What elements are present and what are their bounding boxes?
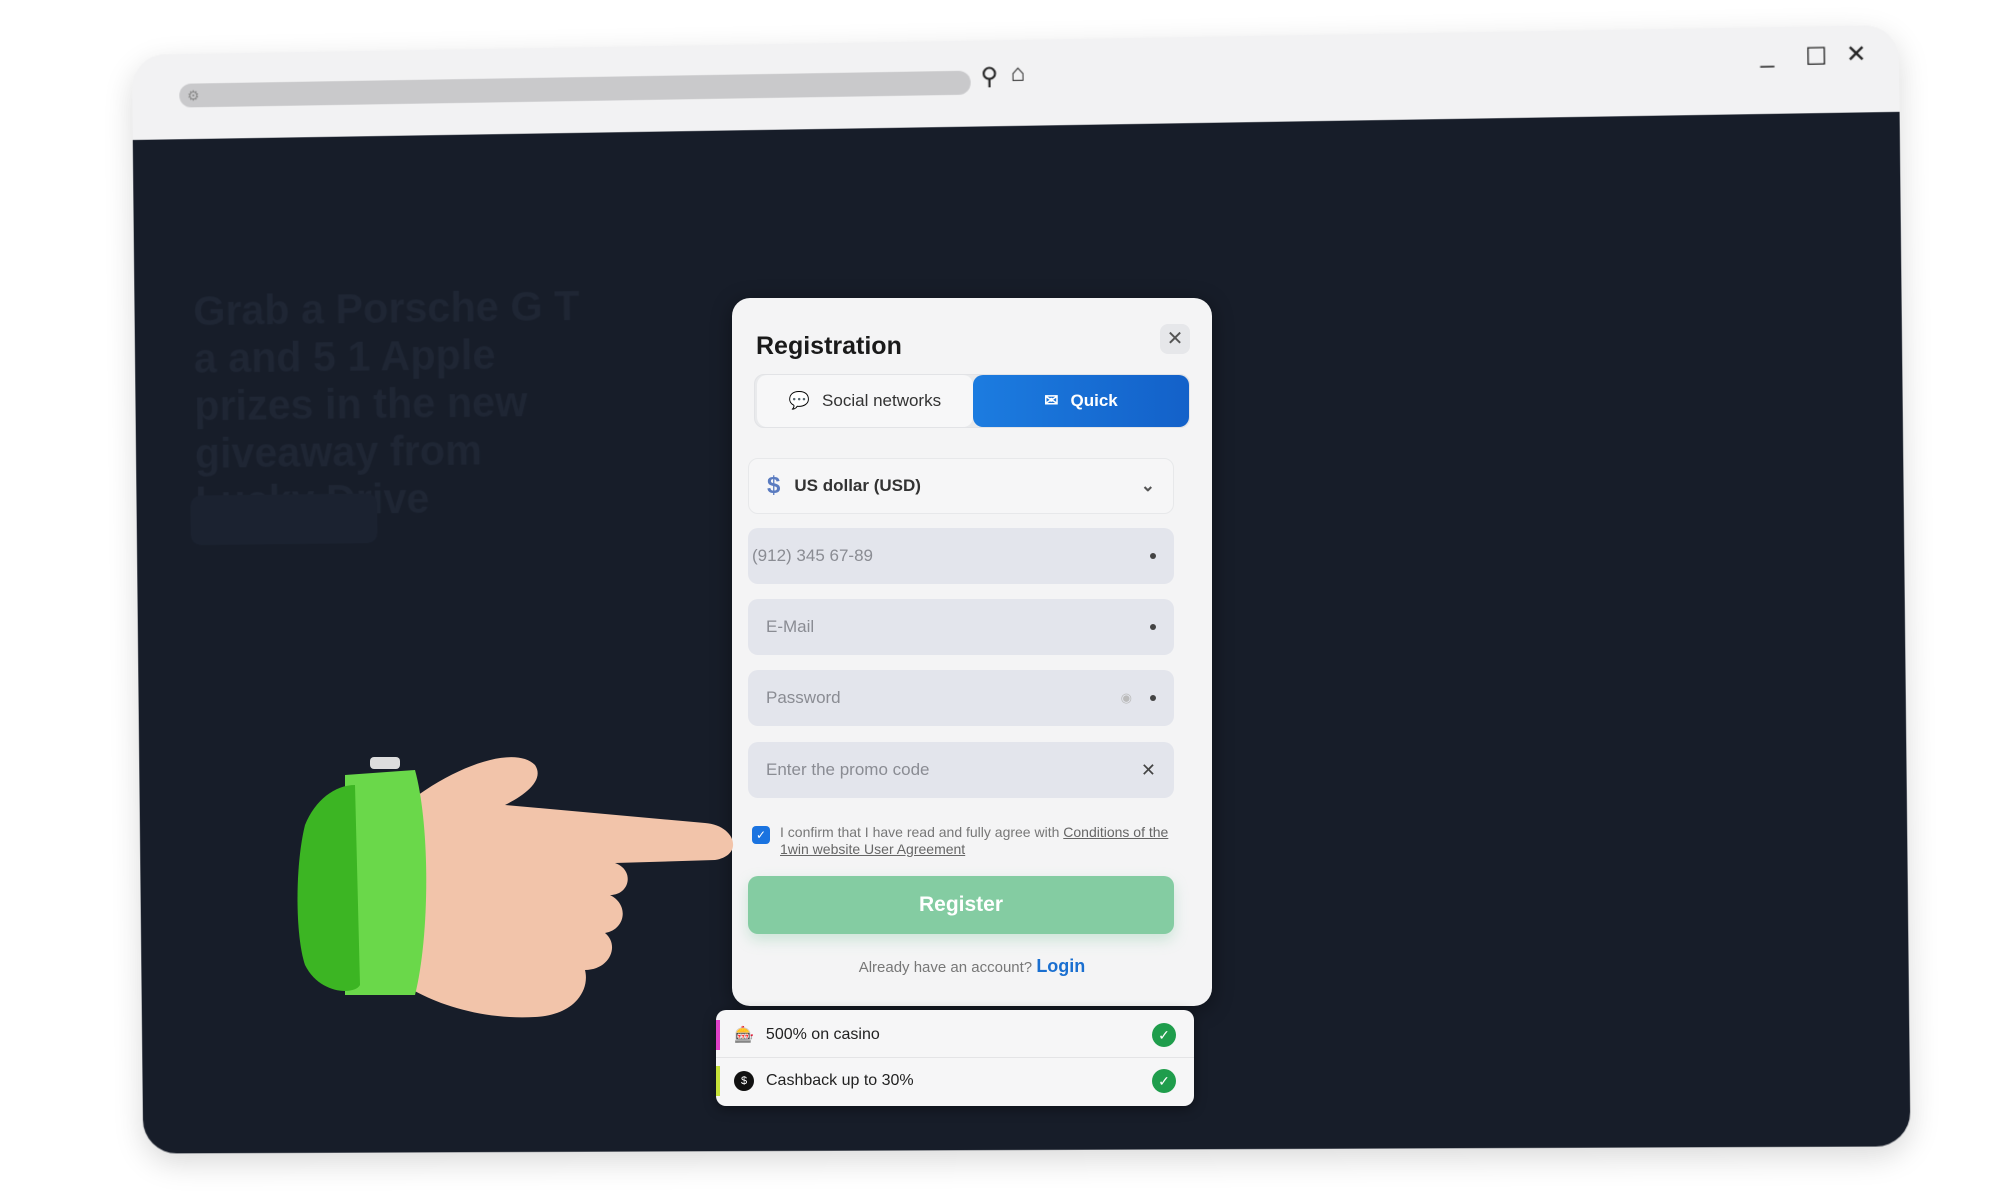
phone-input[interactable]: (912) 345 67-89 [748,528,1174,584]
registration-tabs: 💬 Social networks ✉ Quick [754,374,1190,428]
bonus-label: 500% on casino [765,1025,880,1043]
bonus-label: Cashback up to 30% [766,1072,914,1089]
currency-value: US dollar (USD) [794,476,921,495]
required-dot [1150,553,1156,559]
home-icon[interactable]: ⌂ [1010,60,1025,88]
login-link[interactable]: Login [1036,956,1085,976]
tab-label: Quick [1070,391,1118,410]
check-badge-icon: ✓ [1152,1022,1176,1047]
minimize-icon[interactable]: _ [1760,41,1774,69]
maximize-icon[interactable]: ☐ [1805,42,1827,72]
password-placeholder: Password [766,688,841,707]
tab-social-networks[interactable]: 💬 Social networks [757,375,973,427]
bonus-panel: 🎰 500% on casino ✓ $ Cashback up to 30% … [716,1010,1194,1106]
address-bar[interactable]: ⚙ [179,70,971,108]
chat-bubbles-icon: 💬 [788,391,811,410]
login-prompt: Already have an account? Login [732,956,1212,977]
eye-icon[interactable]: ◉ [1121,690,1132,706]
registration-modal: Registration ✕ 💬 Social networks ✉ Quick $… [732,298,1212,1006]
currency-select[interactable]: $ US dollar (USD) ⌄ [748,458,1174,514]
modal-title: Registration [756,332,902,360]
bonus-item: $ Cashback up to 30% ✓ [716,1058,1194,1104]
close-window-icon[interactable]: ✕ [1846,40,1867,70]
clear-icon[interactable]: ✕ [1141,760,1156,781]
required-dot [1150,624,1156,630]
chevron-down-icon: ⌄ [1140,476,1155,495]
pointing-hand-icon [297,757,734,1018]
hero-text: Grab a Porsche G T a and 5 1 Apple prize… [193,282,580,524]
tab-label: Social networks [822,391,942,410]
required-dot [1150,695,1156,701]
bonus-item: 🎰 500% on casino ✓ [716,1012,1194,1058]
promo-code-input[interactable]: Enter the promo code ✕ [748,742,1174,798]
settings-icon[interactable]: ⚙ [187,87,199,104]
agreement-text: I confirm that I have read and fully agr… [780,824,1170,858]
close-icon[interactable]: ✕ [1160,324,1190,354]
dollar-icon: $ [767,472,781,499]
login-prompt-text: Already have an account? [858,959,1033,976]
envelope-icon: ✉ [1044,391,1059,410]
tab-quick[interactable]: ✉ Quick [973,375,1189,427]
cashback-icon: $ [734,1071,754,1091]
password-input[interactable]: Password ◉ [748,670,1174,726]
phone-placeholder: (912) 345 67-89 [752,546,873,565]
email-placeholder: E-Mail [766,617,815,636]
hero-button[interactable] [190,493,378,546]
agreement-label: I confirm that I have read and fully agr… [780,824,1064,840]
bonus-color-bar [716,1066,720,1096]
promo-placeholder: Enter the promo code [766,760,930,779]
check-badge-icon: ✓ [1152,1069,1176,1093]
search-icon[interactable]: ⚲ [980,62,998,91]
email-input[interactable]: E-Mail [748,599,1174,655]
register-button[interactable]: Register [748,876,1174,934]
